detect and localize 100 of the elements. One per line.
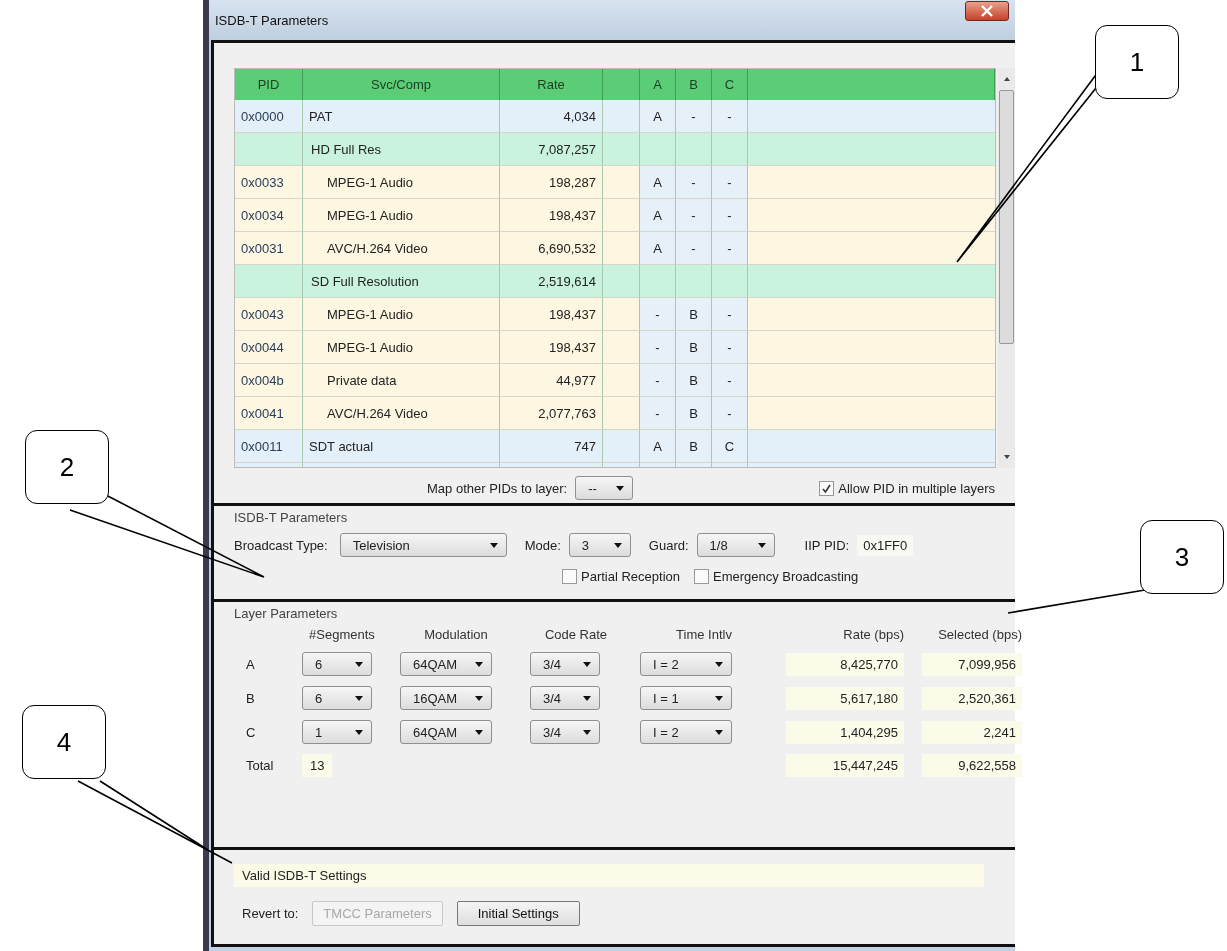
checkbox[interactable] <box>819 480 835 496</box>
caret-icon <box>355 661 363 667</box>
modulation-dropdown[interactable]: 64QAM <box>400 720 492 744</box>
map-label: Map other PIDs to layer: <box>427 480 568 496</box>
column-header: Time Intlv <box>676 627 732 642</box>
rate-cell: 198,437 <box>549 306 596 322</box>
table-row[interactable]: 0x0034 MPEG-1 Audio 198,437 A - - <box>235 199 996 232</box>
layer-cell: - <box>727 372 732 388</box>
layer-cell: - <box>655 372 660 388</box>
table-row[interactable]: 0x0041 AVC/H.264 Video 2,077,763 - B - <box>235 397 996 430</box>
mode-label: Mode: <box>524 537 561 553</box>
window-title: ISDB-T Parameters <box>215 12 329 28</box>
code-rate-dropdown[interactable]: 3/4 <box>530 652 600 676</box>
layer-cell: - <box>691 108 696 124</box>
layer-cell: A <box>653 108 662 124</box>
column-header: Selected (bps) <box>938 627 1022 642</box>
table-row[interactable]: HD Full Res 7,087,257 <box>235 133 996 166</box>
table-row[interactable]: 0x0033 MPEG-1 Audio 198,287 A - - <box>235 166 996 199</box>
rate-cell: 6,690,532 <box>538 240 596 256</box>
layer-cell: - <box>691 240 696 256</box>
caret-icon <box>715 661 723 667</box>
layer-cell: B <box>689 339 698 355</box>
time-interleave-dropdown[interactable]: I = 1 <box>640 686 732 710</box>
layer-cell: - <box>727 306 732 322</box>
column-header: Modulation <box>424 627 488 642</box>
scrollbar-thumb[interactable] <box>999 90 1015 344</box>
time-interleave-dropdown[interactable]: I = 2 <box>640 720 732 744</box>
rate-cell: 2,519,614 <box>538 273 596 289</box>
selected-rate-field: 2,520,361 <box>922 686 1022 710</box>
rate-field: 1,404,295 <box>786 720 904 744</box>
checkbox-label: Emergency Broadcasting <box>713 569 859 584</box>
layer-cell: B <box>689 306 698 322</box>
column-header: #Segments <box>309 627 375 642</box>
checkbox-label: Allow PID in multiple layers <box>838 480 995 496</box>
table-row[interactable]: 0x0043 MPEG-1 Audio 198,437 - B - <box>235 298 996 331</box>
rate-field: 8,425,770 <box>786 652 904 676</box>
caret-icon <box>616 485 625 491</box>
pid-cell: 0x0031 <box>241 240 284 256</box>
layer-dropdown[interactable]: -- <box>575 476 634 500</box>
caret-icon <box>355 729 363 735</box>
guard-dropdown[interactable]: 1/8 <box>696 533 775 557</box>
revert-label: Revert to: <box>242 906 299 921</box>
caret-icon <box>715 729 723 735</box>
layer-cell: - <box>727 240 732 256</box>
total-rate-field: 15,447,245 <box>786 754 904 777</box>
name-cell: HD Full Res <box>311 141 382 157</box>
broadcast-type-dropdown[interactable]: Television <box>339 533 507 557</box>
name-cell: AVC/H.264 Video <box>327 405 428 421</box>
broadcast-type-label: Broadcast Type: <box>234 537 328 553</box>
table-row[interactable]: 0x0031 AVC/H.264 Video 6,690,532 A - - <box>235 232 996 265</box>
table-row[interactable]: SD Full Resolution 2,519,614 <box>235 265 996 298</box>
total-selected-field: 9,622,558 <box>922 754 1022 777</box>
pid-cell: 0x0000 <box>241 108 284 124</box>
caret-icon <box>583 729 591 735</box>
pid-cell: 0x0033 <box>241 174 284 190</box>
table-row[interactable]: 0x0000 PAT 4,034 A - - <box>235 100 996 133</box>
pid-cell: 0x004b <box>241 372 284 388</box>
segments-dropdown[interactable]: 6 <box>302 652 372 676</box>
table-row[interactable]: 0x0011 SDT actual 747 A B C <box>235 430 996 463</box>
rate-cell: 198,437 <box>549 339 596 355</box>
pid-cell: 0x0011 <box>241 438 283 454</box>
table-row[interactable]: 0x004b Private data 44,977 - B - <box>235 364 996 397</box>
rate-cell: 198,437 <box>549 207 596 223</box>
code-rate-dropdown[interactable]: 3/4 <box>530 720 600 744</box>
close-icon <box>980 5 994 17</box>
total-label: Total <box>246 758 274 773</box>
caret-icon <box>583 695 591 701</box>
name-cell: MPEG-1 Audio <box>327 339 413 355</box>
status-message: Valid ISDB-T Settings <box>234 864 984 887</box>
rate-cell: 2,077,763 <box>538 405 596 421</box>
table-row[interactable]: 0x0044 MPEG-1 Audio 198,437 - B - <box>235 331 996 364</box>
modulation-dropdown[interactable]: 16QAM <box>400 686 492 710</box>
name-cell: MPEG-1 Audio <box>327 306 413 322</box>
caret-icon <box>583 661 591 667</box>
code-rate-dropdown[interactable]: 3/4 <box>530 686 600 710</box>
layer-cell: B <box>689 405 698 421</box>
segments-dropdown[interactable]: 6 <box>302 686 372 710</box>
layer-cell: - <box>727 108 732 124</box>
rate-field: 5,617,180 <box>786 686 904 710</box>
total-segments-field: 13 <box>302 754 333 777</box>
layer-label: C <box>246 724 256 740</box>
layer-cell: B <box>689 372 698 388</box>
segments-dropdown[interactable]: 1 <box>302 720 372 744</box>
checkbox[interactable] <box>562 569 577 584</box>
pid-cell: 0x0044 <box>241 339 284 355</box>
checkbox[interactable] <box>694 569 709 584</box>
callout-number: 1 <box>1095 25 1179 99</box>
iip-pid-field: 0x1FF0 <box>857 534 914 556</box>
mode-dropdown[interactable]: 3 <box>568 533 631 557</box>
callout-number: 2 <box>25 430 109 504</box>
scrollbar[interactable] <box>998 68 1015 468</box>
close-button[interactable] <box>965 1 1009 21</box>
time-interleave-dropdown[interactable]: I = 2 <box>640 652 732 676</box>
layer-label: A <box>246 656 255 672</box>
modulation-dropdown[interactable]: 64QAM <box>400 652 492 676</box>
iip-pid-label: IIP PID: <box>804 537 850 553</box>
checkbox-label: Partial Reception <box>581 569 680 584</box>
pid-cell: 0x0043 <box>241 306 284 322</box>
revert-button[interactable]: Initial Settings <box>456 901 580 926</box>
layer-label: B <box>246 690 255 706</box>
